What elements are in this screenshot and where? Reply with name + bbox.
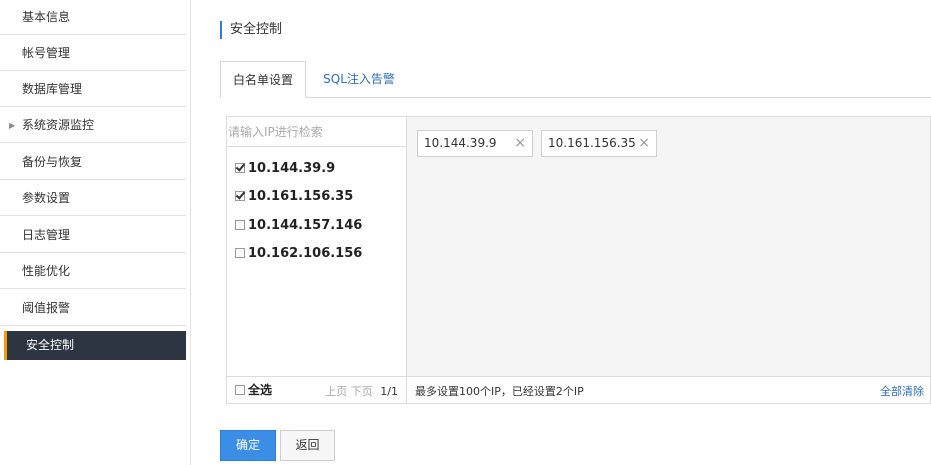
- list-footer: 全选 上页 下页 1/1: [227, 377, 407, 403]
- ip-label: 10.144.157.146: [248, 218, 363, 233]
- checkbox-checked-icon[interactable]: [235, 191, 245, 201]
- tab-sql-injection-alarm[interactable]: SQL注入告警: [312, 61, 406, 97]
- sidebar-item-threshold-alarm[interactable]: 阈值报警: [0, 291, 186, 326]
- back-button[interactable]: 返回: [280, 430, 335, 461]
- tab-whitelist[interactable]: 白名单设置: [220, 61, 306, 98]
- ip-search-input[interactable]: [227, 117, 406, 147]
- sidebar-item-label: 备份与恢复: [22, 155, 83, 169]
- sidebar: 基本信息 帐号管理 数据库管理 ▶ 系统资源监控 备份与恢复 参数设置 日志管理 …: [0, 0, 191, 465]
- ip-label: 10.162.106.156: [248, 246, 363, 261]
- ip-list-item[interactable]: 10.162.106.156: [235, 244, 362, 264]
- sidebar-item-basic-info[interactable]: 基本信息: [0, 0, 186, 35]
- selected-ip-tag: 10.161.156.35 ×: [541, 130, 657, 157]
- sidebar-item-security-control[interactable]: 安全控制: [4, 331, 186, 360]
- sidebar-item-label: 阈值报警: [22, 301, 71, 315]
- close-icon[interactable]: ×: [514, 131, 526, 156]
- sidebar-item-account-management[interactable]: 帐号管理: [0, 36, 186, 71]
- select-all-checkbox[interactable]: 全选: [235, 381, 272, 398]
- tag-label: 10.144.39.9: [424, 136, 497, 150]
- sidebar-item-label: 日志管理: [22, 228, 71, 242]
- sidebar-item-label: 帐号管理: [22, 46, 71, 60]
- select-all-label: 全选: [248, 383, 273, 397]
- sidebar-item-label: 安全控制: [26, 338, 75, 352]
- clear-all-link[interactable]: 全部清除: [880, 383, 924, 399]
- ip-label: 10.161.156.35: [248, 189, 354, 204]
- selected-ip-pane: 10.144.39.9 × 10.161.156.35 ×: [407, 117, 930, 377]
- sidebar-item-resource-monitoring[interactable]: ▶ 系统资源监控: [0, 108, 186, 143]
- whitelist-panel: 10.144.39.9 10.161.156.35 10.144.157.146…: [226, 116, 931, 404]
- tab-divider: [220, 97, 931, 98]
- sidebar-item-database-management[interactable]: 数据库管理: [0, 72, 186, 107]
- ip-list-item[interactable]: 10.144.39.9: [235, 159, 335, 179]
- prev-page-link[interactable]: 上页: [325, 385, 347, 398]
- ip-limit-text: 最多设置100个IP，已经设置2个IP: [415, 385, 584, 398]
- sidebar-item-log-management[interactable]: 日志管理: [0, 218, 186, 253]
- checkbox-unchecked-icon[interactable]: [235, 385, 245, 395]
- ip-label: 10.144.39.9: [248, 161, 336, 176]
- sidebar-item-label: 基本信息: [22, 10, 71, 24]
- sidebar-item-label: 参数设置: [22, 191, 71, 205]
- ip-list-item[interactable]: 10.144.157.146: [235, 216, 362, 236]
- pager: 上页 下页 1/1: [325, 383, 398, 399]
- ip-list-pane: 10.144.39.9 10.161.156.35 10.144.157.146…: [227, 117, 407, 377]
- sidebar-item-label: 系统资源监控: [22, 118, 95, 132]
- sidebar-item-label: 性能优化: [22, 264, 71, 278]
- checkbox-unchecked-icon[interactable]: [235, 248, 245, 258]
- sidebar-item-performance[interactable]: 性能优化: [0, 254, 186, 289]
- checkbox-checked-icon[interactable]: [235, 163, 245, 173]
- sidebar-item-backup-restore[interactable]: 备份与恢复: [0, 145, 186, 180]
- page-indicator: 1/1: [380, 385, 398, 398]
- checkbox-unchecked-icon[interactable]: [235, 220, 245, 230]
- next-page-link[interactable]: 下页: [351, 385, 373, 398]
- sidebar-item-parameter-settings[interactable]: 参数设置: [0, 181, 186, 216]
- selected-ip-tag: 10.144.39.9 ×: [417, 130, 533, 157]
- caret-right-icon: ▶: [9, 121, 16, 130]
- confirm-button[interactable]: 确定: [220, 430, 276, 461]
- panel-footer: 全选 上页 下页 1/1 最多设置100个IP，已经设置2个IP 全部清除: [227, 376, 930, 403]
- close-icon[interactable]: ×: [638, 131, 650, 156]
- tag-label: 10.161.156.35: [548, 136, 636, 150]
- sidebar-item-label: 数据库管理: [22, 82, 83, 96]
- page-title: 安全控制: [220, 21, 282, 39]
- ip-list-item[interactable]: 10.161.156.35: [235, 187, 353, 207]
